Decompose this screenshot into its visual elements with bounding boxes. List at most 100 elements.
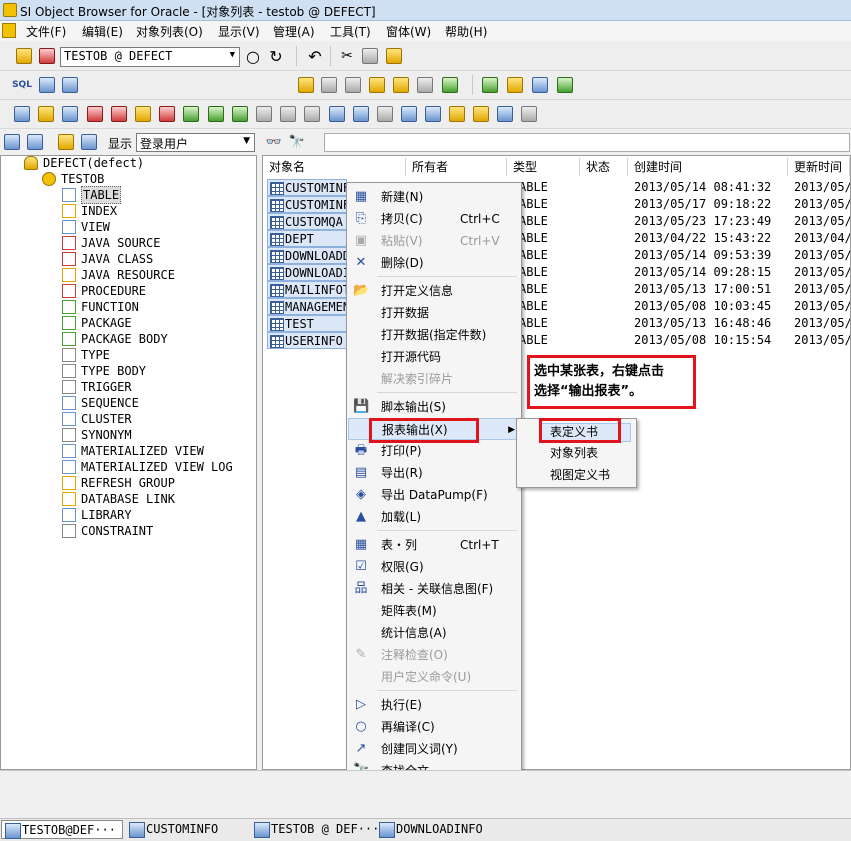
task-tab-testob[interactable]: TESTOB@DEF··· <box>1 820 123 839</box>
column-header-name[interactable]: 对象名 <box>263 158 406 176</box>
type-body-type-icon[interactable] <box>278 104 298 124</box>
tree-item-procedure[interactable]: PROCEDURE <box>62 283 252 299</box>
tree-item-synonym[interactable]: SYNONYM <box>62 427 252 443</box>
tree-item-refresh-group[interactable]: REFRESH GROUP <box>62 475 252 491</box>
mview-log-type-icon[interactable] <box>423 104 443 124</box>
cluster-type-icon[interactable] <box>351 104 371 124</box>
context-menu-item[interactable]: 📂 打开定义信息 <box>348 280 520 302</box>
menu-view[interactable]: 显示(V) <box>218 23 260 39</box>
tree-root[interactable]: DEFECT(defect) <box>8 155 208 171</box>
tree-item-library[interactable]: LIBRARY <box>62 507 252 523</box>
mview-type-icon[interactable] <box>399 104 419 124</box>
task-tab-downloadinfo[interactable]: DOWNLOADINFO <box>376 820 498 839</box>
context-menu-item[interactable]: 💾 脚本输出(S) <box>348 396 520 418</box>
tree-item-java-resource[interactable]: JAVA RESOURCE <box>62 267 252 283</box>
tree-item-materialized-view[interactable]: MATERIALIZED VIEW <box>62 443 252 459</box>
connection-select[interactable]: TESTOB @ DEFECT ▼ <box>60 47 240 67</box>
circle-icon[interactable]: ○ <box>243 46 263 66</box>
storage-icon[interactable] <box>343 75 363 95</box>
table-row-name[interactable]: DOWNLOADI <box>267 264 347 281</box>
context-menu-item[interactable]: ▦ 表・列 Ctrl+T <box>348 534 520 556</box>
connect-icon[interactable] <box>14 46 34 66</box>
java-class-type-icon[interactable] <box>109 104 129 124</box>
library-type-icon[interactable] <box>495 104 515 124</box>
procedure-type-icon[interactable] <box>157 104 177 124</box>
function-type-icon[interactable] <box>181 104 201 124</box>
tree-item-java-source[interactable]: JAVA SOURCE <box>62 235 252 251</box>
user-scope-select[interactable]: 登录用户 ▼ <box>136 133 255 152</box>
menu-window[interactable]: 窗体(W) <box>386 23 431 39</box>
tree-item-package-body[interactable]: PACKAGE BODY <box>62 331 252 347</box>
context-menu-item[interactable]: 矩阵表(M) <box>348 600 520 622</box>
tree-item-package[interactable]: PACKAGE <box>62 315 252 331</box>
context-menu-item[interactable]: 品相关 - 关联信息图(F) <box>348 578 520 600</box>
menu-file[interactable]: 文件(F) <box>26 23 66 39</box>
column-header-owner[interactable]: 所有者 <box>406 158 507 176</box>
database-icon[interactable] <box>319 75 339 95</box>
objects-icon[interactable] <box>415 75 435 95</box>
tree-view-icon[interactable] <box>2 132 22 152</box>
column-header-updated[interactable]: 更新时间 <box>788 158 850 176</box>
trigger-type-icon[interactable] <box>302 104 322 124</box>
transfer-icon[interactable] <box>480 75 500 95</box>
tree-item-type-body[interactable]: TYPE BODY <box>62 363 252 379</box>
context-menu-item[interactable]: 打开源代码 <box>348 346 520 368</box>
user-icon[interactable] <box>296 75 316 95</box>
context-menu-item[interactable]: 🖶 打印(P) <box>348 440 520 462</box>
copy-icon[interactable] <box>360 46 380 66</box>
tree-item-table[interactable]: TABLE <box>62 186 252 204</box>
table-type-icon[interactable] <box>12 104 32 124</box>
menu-object-list[interactable]: 对象列表(O) <box>136 23 203 39</box>
synonym-type-icon[interactable] <box>375 104 395 124</box>
menu-help[interactable]: 帮助(H) <box>445 23 487 39</box>
column-header-status[interactable]: 状态 <box>580 158 628 176</box>
tree-schema[interactable]: TESTOB <box>26 171 226 187</box>
cylinder-icon[interactable] <box>391 75 411 95</box>
context-menu-item[interactable]: ▷ 执行(E) <box>348 694 520 716</box>
search-input[interactable] <box>324 133 850 152</box>
trash-icon[interactable] <box>440 75 460 95</box>
menu-manage[interactable]: 管理(A) <box>273 23 315 39</box>
binoculars-icon[interactable]: 👓 <box>264 132 284 152</box>
note-icon[interactable] <box>505 75 525 95</box>
table-row-name[interactable]: CUSTOMINF <box>267 196 347 213</box>
index-type-icon[interactable] <box>36 104 56 124</box>
submenu-object-list[interactable]: 对象列表 <box>550 445 598 462</box>
task-tab-custominfo[interactable]: CUSTOMINFO <box>126 820 248 839</box>
context-menu-item[interactable]: 打开数据 <box>348 302 520 324</box>
table-row-name[interactable]: CUSTOMINFO <box>267 179 347 196</box>
sequence-type-icon[interactable] <box>327 104 347 124</box>
table-row-name[interactable]: MAILINFOT <box>267 281 347 298</box>
paste-icon[interactable] <box>384 46 404 66</box>
submenu-view-definition[interactable]: 视图定义书 <box>550 467 610 484</box>
dblink-type-icon[interactable] <box>471 104 491 124</box>
context-menu-item[interactable]: ○ 再编译(C) <box>348 716 520 738</box>
tree-item-view[interactable]: VIEW <box>62 219 252 235</box>
tree-item-function[interactable]: FUNCTION <box>62 299 252 315</box>
java-source-type-icon[interactable] <box>85 104 105 124</box>
context-menu-item[interactable]: ▤ 导出(R) <box>348 462 520 484</box>
context-menu-item[interactable]: ✕ 删除(D) <box>348 252 520 274</box>
column-header-type[interactable]: 类型 <box>507 158 580 176</box>
sql-icon[interactable]: SQL <box>12 75 32 95</box>
cut-icon[interactable]: ✂ <box>337 46 357 66</box>
table-row-name[interactable]: USERINFO <box>267 332 347 349</box>
tree-item-constraint[interactable]: CONSTRAINT <box>62 523 252 539</box>
undo-icon[interactable]: ↶ <box>305 46 325 66</box>
lock-icon[interactable] <box>367 75 387 95</box>
grid-icon[interactable] <box>37 75 57 95</box>
tree-item-database-link[interactable]: DATABASE LINK <box>62 491 252 507</box>
context-menu-item[interactable]: 统计信息(A) <box>348 622 520 644</box>
disconnect-icon[interactable] <box>37 46 57 66</box>
tree-item-type[interactable]: TYPE <box>62 347 252 363</box>
tree-item-materialized-view-log[interactable]: MATERIALIZED VIEW LOG <box>62 459 252 475</box>
context-menu-item[interactable]: ▦ 新建(N) <box>348 186 520 208</box>
export-icon[interactable] <box>555 75 575 95</box>
table-row-name[interactable]: TEST <box>267 315 347 332</box>
settings-icon[interactable] <box>530 75 550 95</box>
table-row-name[interactable]: DOWNLOADD <box>267 247 347 264</box>
context-menu-item[interactable]: ▲ 加载(L) <box>348 506 520 528</box>
find-next-icon[interactable]: 🔭 <box>287 132 307 152</box>
tree-item-trigger[interactable]: TRIGGER <box>62 379 252 395</box>
column-header-created[interactable]: 创建时间 <box>628 158 788 176</box>
